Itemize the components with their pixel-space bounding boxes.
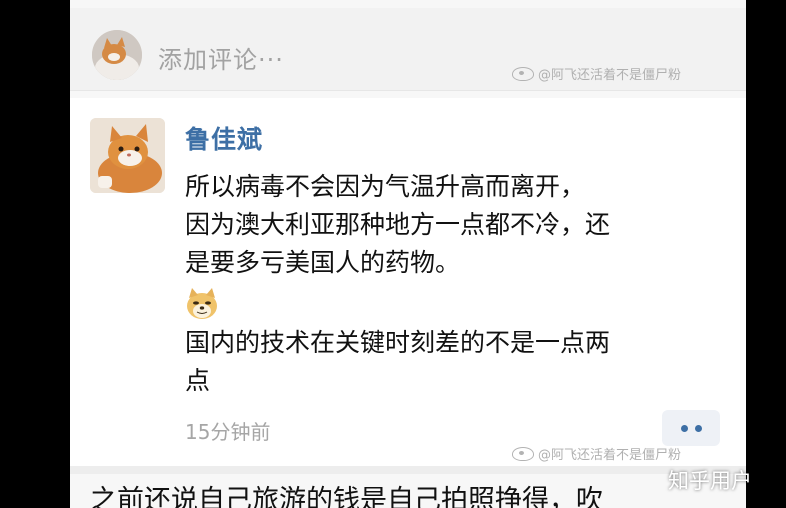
zhihu-watermark: 知乎用户	[668, 469, 752, 493]
comment-card: 鲁佳斌 所以病毒不会因为气温升高而离开， 因为澳大利亚那种地方一点都不冷，还 是…	[70, 98, 746, 466]
comment-line: 是要多亏美国人的药物。	[185, 248, 461, 277]
user-avatar	[92, 30, 142, 80]
more-options-button[interactable]	[662, 410, 720, 446]
watermark-text: @阿飞还活着不是僵尸粉	[538, 68, 682, 83]
doge-emoji-icon	[185, 288, 219, 320]
comment-body: 所以病毒不会因为气温升高而离开， 因为澳大利亚那种地方一点都不冷，还 是要多亏美…	[185, 168, 725, 400]
comment-timestamp: 15分钟前	[185, 420, 271, 444]
commenter-avatar[interactable]	[90, 118, 165, 193]
weibo-icon	[512, 446, 534, 461]
watermark-text: @阿飞还活着不是僵尸粉	[538, 448, 682, 463]
comment-line: 所以病毒不会因为气温升高而离开，	[185, 172, 586, 201]
more-dot-icon	[680, 424, 688, 432]
comment-input-placeholder[interactable]: 添加评论···	[158, 40, 284, 75]
comment-line: 国内的技术在关键时刻差的不是一点两	[185, 328, 611, 357]
commenter-username[interactable]: 鲁佳斌	[185, 120, 263, 156]
comment-panel: 添加评论··· @阿飞还活着不是僵尸粉 鲁佳斌 所以病毒不会因为气温升高而离开，	[70, 0, 746, 508]
weibo-icon	[512, 66, 534, 81]
weibo-watermark-bottom: @阿飞还活着不是僵尸粉	[512, 444, 681, 463]
next-comment-text: 之前还说自己旅游的钱是自己拍照挣得，吹	[90, 485, 603, 508]
more-dot-icon	[694, 424, 702, 432]
weibo-watermark-top: @阿飞还活着不是僵尸粉	[512, 64, 681, 83]
comment-line: 因为澳大利亚那种地方一点都不冷，还	[185, 210, 611, 239]
divider	[70, 466, 746, 474]
comment-line: 点	[185, 366, 211, 395]
comment-input-area[interactable]: 添加评论··· @阿飞还活着不是僵尸粉	[70, 8, 746, 91]
